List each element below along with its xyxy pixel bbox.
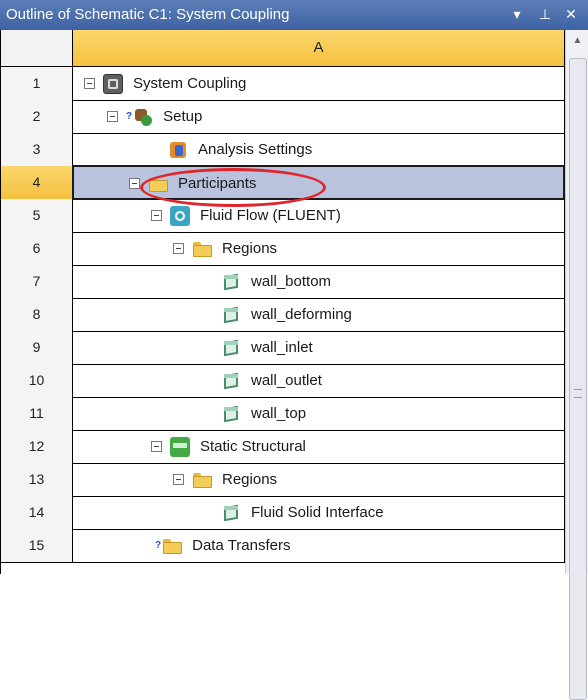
tree-node-label: Setup	[163, 108, 203, 125]
table-row[interactable]: 10 wall_outlet	[1, 364, 565, 398]
row-number: 3	[1, 133, 73, 167]
collapse-toggle[interactable]	[151, 210, 162, 221]
tree-cell[interactable]: wall_deforming	[73, 298, 565, 332]
scrollbar-grip-icon	[574, 389, 582, 398]
scrollbar-thumb[interactable]	[569, 58, 587, 700]
tree-cell[interactable]: Regions	[73, 463, 565, 497]
region-icon	[221, 371, 241, 391]
tree-cell[interactable]: wall_inlet	[73, 331, 565, 365]
table-row[interactable]: 1 System Coupling	[1, 67, 565, 101]
row-number: 8	[1, 298, 73, 332]
region-icon	[221, 404, 241, 424]
tree-cell[interactable]: ? Setup	[73, 100, 565, 134]
tree-cell[interactable]: ? Data Transfers	[73, 529, 565, 563]
table-row[interactable]: 5 Fluid Flow (FLUENT)	[1, 199, 565, 233]
table-row[interactable]: 15 ? Data Transfers	[1, 529, 565, 563]
table-row[interactable]: 2 ? Setup	[1, 100, 565, 134]
table-row[interactable]: 7 wall_bottom	[1, 265, 565, 299]
window-title-bar: Outline of Schematic C1: System Coupling…	[0, 0, 588, 30]
table-row[interactable]: 3 Analysis Settings	[1, 133, 565, 167]
tree-node-label: Regions	[222, 240, 278, 257]
tree-node-label: wall_bottom	[251, 273, 332, 290]
row-number: 14	[1, 496, 73, 530]
outline-grid: A 1 System Coupling 2 ? Setup 3 Analysis…	[0, 30, 565, 574]
folder-icon	[192, 470, 212, 490]
tree-node-label: Regions	[222, 471, 278, 488]
tree-node-label: Fluid Flow (FLUENT)	[200, 207, 341, 224]
collapse-toggle[interactable]	[129, 178, 140, 189]
tree-node-label: Data Transfers	[192, 537, 291, 554]
tree-cell[interactable]: Regions	[73, 232, 565, 266]
fluent-icon	[170, 205, 190, 226]
system-coupling-icon	[103, 73, 123, 94]
region-icon	[221, 305, 241, 325]
collapse-toggle[interactable]	[107, 111, 118, 122]
scroll-up-arrow-icon[interactable]: ▲	[566, 30, 588, 52]
table-row[interactable]: 9 wall_inlet	[1, 331, 565, 365]
table-row[interactable]: 14 Fluid Solid Interface	[1, 496, 565, 530]
row-number: 5	[1, 199, 73, 233]
region-icon	[221, 338, 241, 358]
row-number: 9	[1, 331, 73, 365]
tree-cell[interactable]: wall_top	[73, 397, 565, 431]
auto-hide-pin-icon[interactable]: ⊥	[536, 4, 554, 24]
tree-node-label: wall_deforming	[251, 306, 352, 323]
tree-cell[interactable]: Fluid Solid Interface	[73, 496, 565, 530]
folder-icon	[148, 174, 168, 194]
table-row[interactable]: 13 Regions	[1, 463, 565, 497]
tree-node-label: Fluid Solid Interface	[251, 504, 384, 521]
tree-cell[interactable]: Fluid Flow (FLUENT)	[73, 199, 565, 233]
window-title: Outline of Schematic C1: System Coupling	[6, 6, 290, 23]
row-number: 11	[1, 397, 73, 431]
tree-node-label: System Coupling	[133, 75, 247, 92]
table-row[interactable]: 8 wall_deforming	[1, 298, 565, 332]
row-number: 1	[1, 67, 73, 101]
tree-node-label: wall_top	[251, 405, 307, 422]
table-row-selected[interactable]: 4 Participants	[1, 165, 565, 200]
tree-node-label: Static Structural	[200, 438, 306, 455]
folder-icon	[162, 536, 183, 556]
tree-cell[interactable]: Static Structural	[73, 430, 565, 464]
tree-node-label: wall_outlet	[251, 372, 322, 389]
row-number: 12	[1, 430, 73, 464]
region-icon	[221, 503, 241, 523]
row-number: 15	[1, 529, 73, 563]
vertical-scrollbar[interactable]: ▲	[565, 30, 588, 700]
region-icon	[221, 272, 241, 292]
grid-corner[interactable]	[1, 30, 73, 67]
tree-node-label: Analysis Settings	[198, 141, 313, 158]
row-number: 13	[1, 463, 73, 497]
tree-node-label: Participants	[178, 175, 257, 192]
setup-icon	[133, 107, 153, 127]
tree-cell[interactable]: Analysis Settings	[73, 133, 565, 167]
column-header-a[interactable]: A	[73, 30, 565, 67]
analysis-settings-icon	[168, 140, 188, 160]
tree-cell[interactable]: wall_bottom	[73, 265, 565, 299]
row-number: 10	[1, 364, 73, 398]
collapse-toggle[interactable]	[84, 78, 95, 89]
question-mark-status-icon: ?	[126, 111, 133, 122]
table-row[interactable]: 12 Static Structural	[1, 430, 565, 464]
collapse-toggle[interactable]	[151, 441, 162, 452]
collapse-toggle[interactable]	[173, 474, 184, 485]
folder-icon	[192, 239, 212, 259]
row-number: 7	[1, 265, 73, 299]
tree-cell[interactable]: Participants	[72, 165, 565, 200]
tree-cell[interactable]: System Coupling	[73, 67, 565, 101]
table-row[interactable]: 6 Regions	[1, 232, 565, 266]
collapse-toggle[interactable]	[173, 243, 184, 254]
row-number: 2	[1, 100, 73, 134]
close-pane-icon[interactable]: ✕	[562, 4, 580, 24]
pane-menu-dropdown-icon[interactable]: ▾	[508, 4, 526, 24]
question-mark-status-icon: ?	[155, 540, 162, 551]
tree-cell[interactable]: wall_outlet	[73, 364, 565, 398]
row-number: 6	[1, 232, 73, 266]
static-structural-icon	[170, 436, 190, 457]
tree-node-label: wall_inlet	[251, 339, 313, 356]
row-number: 4	[1, 166, 73, 200]
table-row[interactable]: 11 wall_top	[1, 397, 565, 431]
